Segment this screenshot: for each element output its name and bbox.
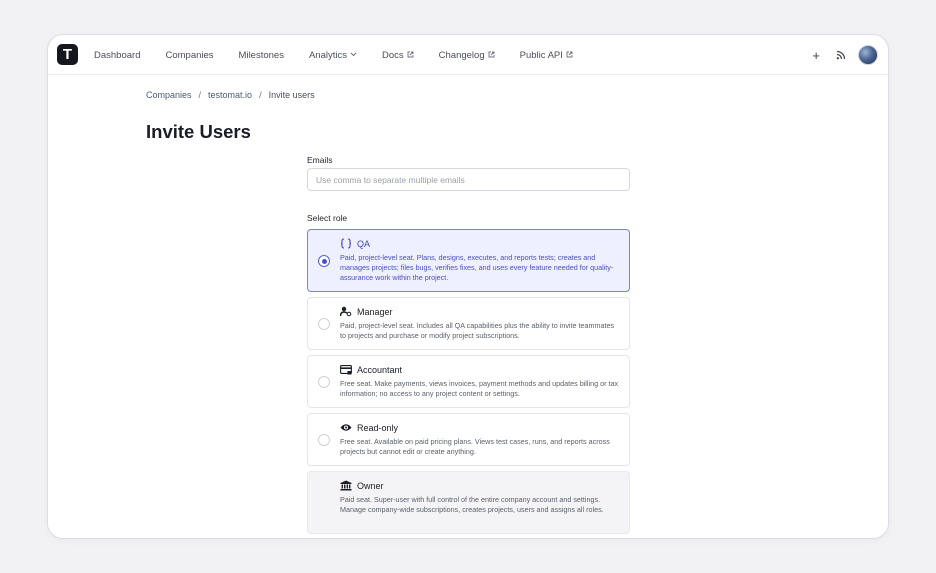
- nav-item-analytics[interactable]: Analytics: [309, 50, 357, 61]
- logo-letter: T: [62, 46, 73, 63]
- nav-item-companies[interactable]: Companies: [165, 50, 213, 61]
- role-description: Free seat. Available on paid pricing pla…: [340, 437, 610, 456]
- nav-item-changelog[interactable]: Changelog: [439, 50, 495, 61]
- role-option-owner: Owner Paid seat. Super-user with full co…: [307, 471, 630, 534]
- nav-item-public-api[interactable]: Public API: [520, 50, 573, 61]
- invite-form: Emails Select role QA Paid, project-leve…: [307, 155, 630, 538]
- add-button[interactable]: +: [812, 49, 820, 62]
- user-gear-icon: [340, 306, 352, 317]
- page-title: Invite Users: [146, 121, 251, 142]
- role-name: QA: [357, 238, 371, 249]
- nav-item-dashboard[interactable]: Dashboard: [94, 50, 140, 61]
- role-name: Read-only: [357, 422, 399, 433]
- nav-actions: +: [812, 35, 878, 75]
- breadcrumb-separator: /: [198, 90, 202, 100]
- role-description: Free seat. Make payments, views invoices…: [340, 379, 619, 398]
- role-name: Owner: [357, 480, 384, 491]
- eye-icon: [340, 422, 352, 433]
- emails-input[interactable]: [307, 168, 630, 191]
- breadcrumb: Companies / testomat.io / Invite users: [146, 90, 315, 100]
- chevron-down-icon: [350, 52, 357, 59]
- nav-item-docs[interactable]: Docs: [382, 50, 414, 61]
- role-description: Paid, project-level seat. Includes all Q…: [340, 321, 615, 340]
- breadcrumb-companies[interactable]: Companies: [146, 90, 192, 100]
- external-link-icon: [488, 51, 495, 60]
- user-avatar[interactable]: [858, 45, 878, 65]
- code-braces-icon: [340, 238, 352, 249]
- role-radio-read-only[interactable]: [318, 434, 330, 446]
- role-option-qa[interactable]: QA Paid, project-level seat. Plans, desi…: [307, 229, 630, 292]
- role-option-accountant[interactable]: Accountant Free seat. Make payments, vie…: [307, 355, 630, 408]
- role-option-read-only[interactable]: Read-only Free seat. Available on paid p…: [307, 413, 630, 466]
- emails-label: Emails: [307, 155, 333, 165]
- nav-items: Dashboard Companies Milestones Analytics…: [94, 35, 598, 75]
- role-radio-qa[interactable]: [318, 255, 330, 267]
- notifications-feed-icon[interactable]: [834, 49, 846, 61]
- select-role-label: Select role: [307, 213, 348, 223]
- nav-item-milestones[interactable]: Milestones: [239, 50, 284, 61]
- role-option-manager[interactable]: Manager Paid, project-level seat. Includ…: [307, 297, 630, 350]
- breadcrumb-current: Invite users: [268, 90, 315, 100]
- logo[interactable]: T: [57, 44, 78, 65]
- top-navigation: T Dashboard Companies Milestones Analyti…: [48, 35, 888, 75]
- external-link-icon: [407, 51, 414, 60]
- role-description: Paid, project-level seat. Plans, designs…: [340, 253, 614, 282]
- breadcrumb-company[interactable]: testomat.io: [208, 90, 252, 100]
- external-link-icon: [566, 51, 573, 60]
- credit-card-icon: [340, 364, 352, 375]
- breadcrumb-separator: /: [259, 90, 262, 100]
- role-description: Paid seat. Super-user with full control …: [340, 495, 604, 514]
- app-window: T Dashboard Companies Milestones Analyti…: [47, 34, 889, 539]
- role-name: Manager: [357, 306, 393, 317]
- role-name: Accountant: [357, 364, 403, 375]
- role-radio-accountant[interactable]: [318, 376, 330, 388]
- role-radio-manager[interactable]: [318, 318, 330, 330]
- bank-icon: [340, 480, 352, 491]
